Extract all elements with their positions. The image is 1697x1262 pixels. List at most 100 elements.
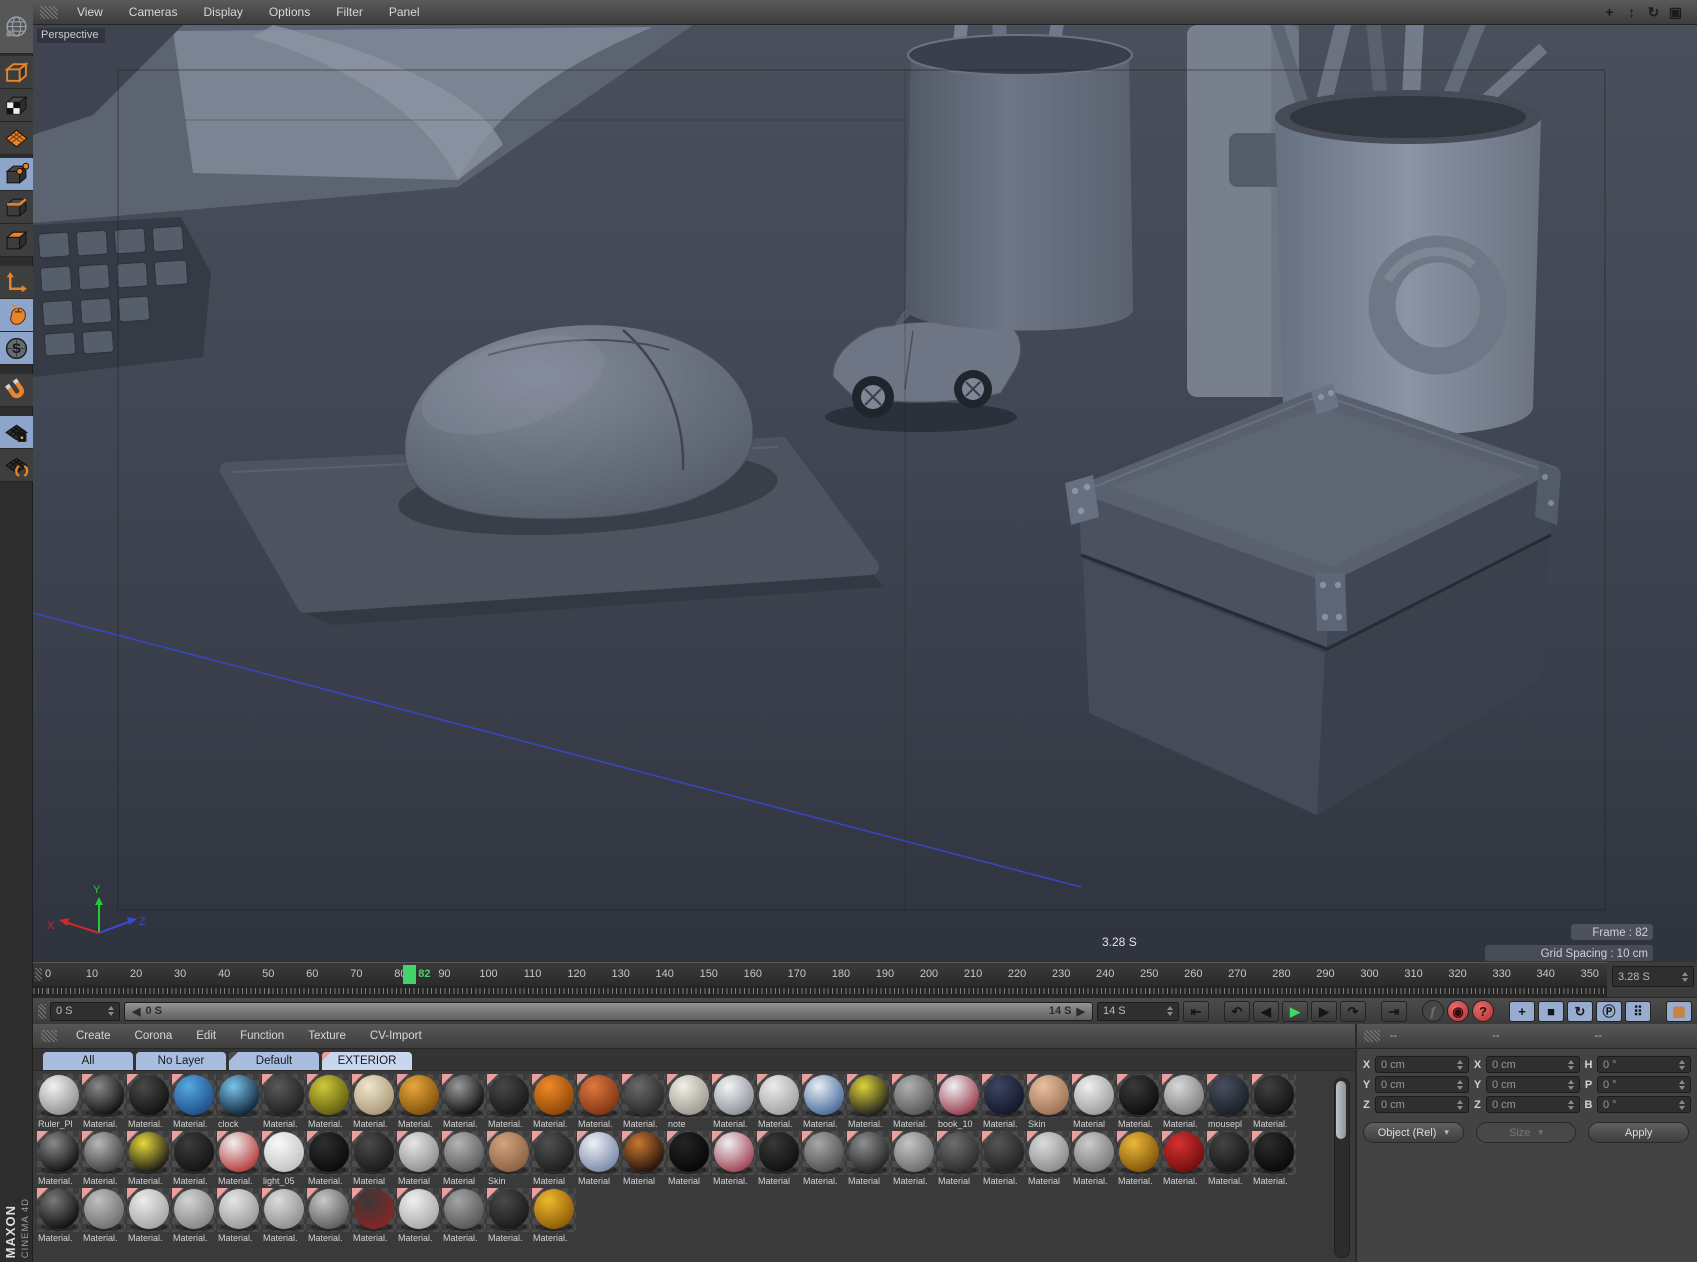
range-end-stepper[interactable] [1163,1006,1173,1016]
range-start-field[interactable]: 0 S [50,1001,120,1021]
material-item[interactable]: Material [1072,1074,1116,1130]
coord-value-field[interactable]: 0 cm [1375,1076,1469,1093]
prev-frame-button[interactable]: ◀ [1253,1000,1279,1022]
material-menu-edit[interactable]: Edit [184,1030,228,1042]
magnet-tool-button[interactable] [0,374,33,407]
goto-end-button[interactable]: ⇥ [1381,1000,1407,1022]
material-menu-function[interactable]: Function [228,1030,296,1042]
material-item[interactable]: Material [577,1131,621,1187]
coord-stepper[interactable] [1453,1059,1463,1070]
material-item[interactable]: Material. [802,1131,846,1187]
coord-size-dropdown[interactable]: Size ▾ [1475,1122,1577,1143]
material-item[interactable]: Material. [487,1074,531,1130]
material-item[interactable]: Material. [712,1074,756,1130]
range-start-stepper[interactable] [104,1006,114,1016]
transport-grip[interactable] [38,1003,46,1019]
material-item[interactable]: Material [667,1131,711,1187]
material-item[interactable]: note [667,1074,711,1130]
range-end-field[interactable]: 14 S [1097,1001,1179,1021]
material-item[interactable]: Material. [532,1188,576,1244]
mouse-tool-button[interactable] [0,299,33,332]
playhead-marker[interactable] [403,965,417,984]
next-frame-button[interactable]: ▶ [1311,1000,1337,1022]
c4d-globe-button[interactable] [0,0,33,54]
key-rotation-toggle[interactable]: ↻ [1567,1000,1593,1022]
material-item[interactable]: Material. [1162,1074,1206,1130]
coord-stepper[interactable] [1453,1099,1463,1110]
camera-label[interactable]: Perspective [37,28,106,43]
autokey-button[interactable]: ◉ [1447,1000,1469,1022]
material-item[interactable]: Material. [622,1074,666,1130]
apply-button[interactable]: Apply [1588,1122,1690,1143]
coord-value-field[interactable]: 0 ° [1597,1056,1691,1073]
timeline-ruler[interactable]: 0 10 20 30 40 50 60 70 80 90 100 110 120 130 140 150 160… [33,962,1607,985]
sound-toggle[interactable]: ▦ [1666,1000,1692,1022]
menu-display[interactable]: Display [190,0,255,24]
material-item[interactable]: Material. [892,1074,936,1130]
time-stepper[interactable] [1678,971,1688,982]
material-item[interactable]: Material. [127,1131,171,1187]
coord-stepper[interactable] [1564,1059,1574,1070]
timeline-range-slider[interactable]: ◀ 0 S 14 S ▶ [124,1001,1093,1021]
next-key-button[interactable]: ↷ [1340,1000,1366,1022]
material-item[interactable]: Material. [37,1188,81,1244]
material-item[interactable]: Material. [217,1131,261,1187]
material-item[interactable]: Material. [577,1074,621,1130]
material-item[interactable]: book_10 [937,1074,981,1130]
key-pla-toggle[interactable]: ⠿ [1625,1000,1651,1022]
model-mode-button[interactable] [0,89,33,122]
material-item[interactable]: Material. [1162,1131,1206,1187]
layer-tab-no-layer[interactable]: No Layer [136,1052,226,1070]
key-scale-toggle[interactable]: ■ [1538,1000,1564,1022]
make-editable-button[interactable] [0,56,33,89]
coord-stepper[interactable] [1453,1079,1463,1090]
material-item[interactable]: light_05 [262,1131,306,1187]
material-item[interactable]: Material. [1117,1074,1161,1130]
texture-mode-button[interactable] [0,122,33,155]
zoom-view-icon[interactable]: ↕ [1622,0,1641,24]
material-item[interactable]: Material. [1207,1131,1251,1187]
menu-panel[interactable]: Panel [376,0,433,24]
material-item[interactable]: Material. [172,1131,216,1187]
coord-stepper[interactable] [1564,1099,1574,1110]
key-position-toggle[interactable]: + [1509,1000,1535,1022]
material-item[interactable]: Material. [352,1188,396,1244]
workplane-mode-button[interactable] [0,449,33,482]
pencil-cup-model[interactable] [904,25,1134,331]
prev-key-button[interactable]: ↶ [1224,1000,1250,1022]
material-item[interactable]: Material. [1252,1074,1296,1130]
material-item[interactable]: mousepl [1207,1074,1251,1130]
material-item[interactable]: clock [217,1074,261,1130]
material-item[interactable]: Material [352,1131,396,1187]
material-item[interactable]: Skin [487,1131,531,1187]
edges-mode-button[interactable] [0,191,33,224]
material-item[interactable]: Material. [1252,1131,1296,1187]
coord-value-field[interactable]: 0 cm [1375,1056,1469,1073]
coord-value-field[interactable]: 0 cm [1486,1076,1580,1093]
material-item[interactable]: Material [757,1131,801,1187]
material-menu-corona[interactable]: Corona [123,1030,185,1042]
material-menu-create[interactable]: Create [64,1030,123,1042]
material-item[interactable]: Material. [442,1074,486,1130]
material-item[interactable]: Skin [1027,1074,1071,1130]
scrollbar-thumb[interactable] [1336,1081,1346,1139]
material-item[interactable]: Material. [982,1074,1026,1130]
play-button[interactable]: ▶ [1282,1000,1308,1022]
material-item[interactable]: Material. [532,1074,576,1130]
coordinates-grip[interactable] [1364,1030,1380,1042]
material-item[interactable]: Material. [847,1074,891,1130]
material-scrollbar[interactable] [1334,1078,1350,1258]
snap-s-button[interactable]: S [0,332,33,365]
material-item[interactable]: Ruler_Pl [37,1074,81,1130]
polygons-mode-button[interactable] [0,224,33,257]
material-item[interactable]: Material. [307,1074,351,1130]
material-item[interactable]: Material. [397,1188,441,1244]
layer-tab-exterior[interactable]: EXTERIOR [322,1052,412,1070]
material-item[interactable]: Material. [172,1074,216,1130]
material-item[interactable]: Material. [307,1188,351,1244]
coord-stepper[interactable] [1675,1059,1685,1070]
layer-tab-all[interactable]: All [43,1052,133,1070]
menu-cameras[interactable]: Cameras [116,0,191,24]
material-item[interactable]: Material. [487,1188,531,1244]
toggle-view-icon[interactable]: ▣ [1666,0,1685,24]
